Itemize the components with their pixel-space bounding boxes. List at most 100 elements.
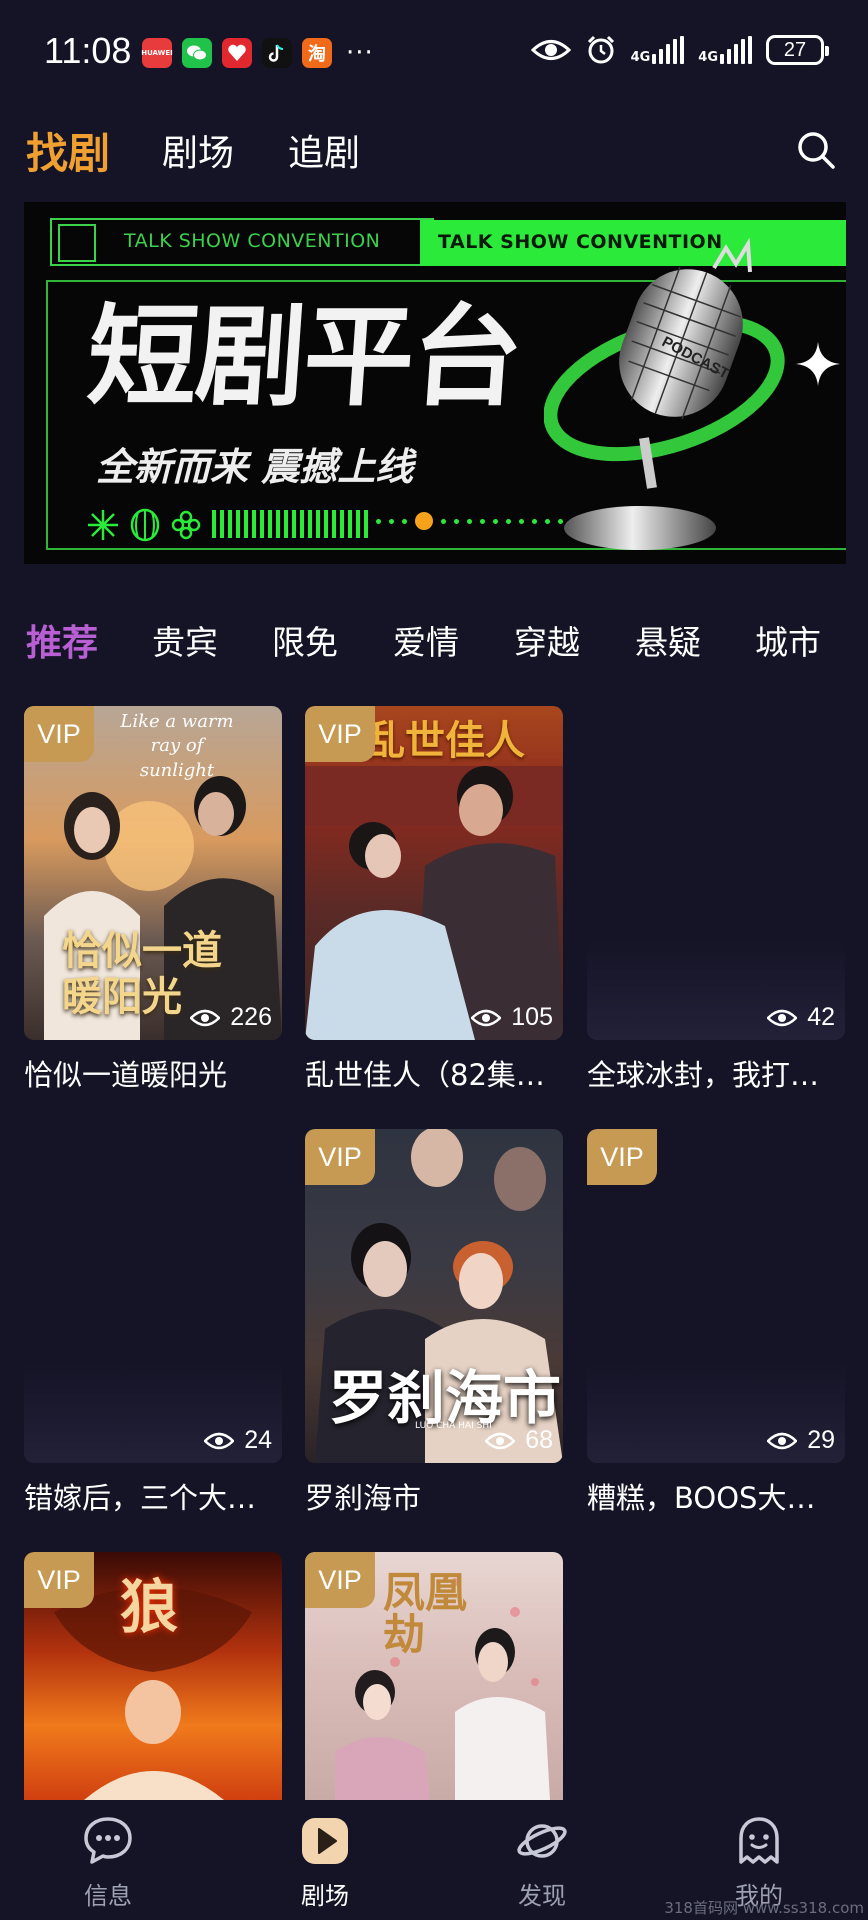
drama-title[interactable]: 全球冰封，我打… [587,1052,845,1094]
banner-dot[interactable] [467,518,472,524]
view-count: 226 [190,1003,272,1032]
play-icon [302,1818,348,1864]
bottom-nav: 信息 剧场 发现 我的 318首码网 www.ss318.com [0,1800,868,1920]
category-tabs: 推荐 贵宾 限免 爱情 穿越 悬疑 城市 [0,612,868,668]
message-icon [84,1817,132,1864]
banner-dot[interactable] [454,518,459,524]
drama-title[interactable]: 乱世佳人（82集… [305,1052,563,1094]
banner-dot[interactable] [506,518,511,524]
banner-dot[interactable] [480,518,485,524]
sparkle-icon [796,342,840,386]
drama-poster[interactable]: Like a warm ray of sunlight 恰似一道暖阳光 VIP … [24,706,282,1040]
view-count: 24 [204,1426,272,1455]
tab-find-drama[interactable]: 找剧 [26,120,110,181]
notification-icons: HUAWEI 淘 ··· [141,38,374,68]
view-count: 29 [767,1426,835,1455]
category-recommend[interactable]: 推荐 [26,614,98,666]
banner-dot[interactable] [441,518,446,524]
taobao-icon: 淘 [302,38,332,68]
top-nav: 找剧 剧场 追剧 [0,118,868,178]
nav-theater[interactable]: 剧场 [265,1814,385,1911]
wechat-icon [182,38,212,68]
status-indicators: 4G 4G 27 [530,34,829,66]
drama-title[interactable]: 恰似一道暖阳光 [24,1052,282,1094]
status-bar: 11:08 HUAWEI 淘 ··· 4G 4G 27 [0,0,868,104]
category-mystery[interactable]: 悬疑 [635,616,701,664]
drama-title[interactable]: 罗刹海市 [305,1475,563,1517]
category-city[interactable]: 城市 [755,616,821,664]
banner-dot[interactable] [415,512,433,530]
search-button[interactable] [794,128,838,172]
watermark: 318首码网 www.ss318.com [664,1899,864,1917]
poster-title-art: 狼 [120,1573,179,1641]
banner-dot[interactable] [532,518,537,524]
search-icon [798,132,835,169]
eye-icon [190,1009,221,1026]
banner-decor-bars [212,510,368,538]
drama-card[interactable]: VIP 29 糟糕，BOOS大… [587,1129,845,1517]
tab-following[interactable]: 追剧 [288,124,360,176]
drama-title[interactable]: 糟糕，BOOS大… [587,1475,845,1517]
drama-card[interactable]: Like a warm ray of sunlight 恰似一道暖阳光 VIP … [24,706,282,1094]
drama-card[interactable]: 罗刹海市 LUO CHA HAI SHI VIP 68 罗刹海市 [305,1129,563,1517]
vip-badge: VIP [305,706,375,762]
drama-poster[interactable]: VIP 29 [587,1129,845,1463]
alarm-icon [587,35,614,64]
drama-poster[interactable]: 乱世佳人 VIP 105 [305,706,563,1040]
category-vip[interactable]: 贵宾 [152,616,218,664]
poster-title-art: 乱世佳人 [365,718,525,764]
banner-dot[interactable] [376,518,381,524]
drama-card[interactable]: 42 全球冰封，我打… [587,706,845,1094]
banner-dot[interactable] [402,518,407,524]
drama-poster[interactable]: 狼 VIP [24,1552,282,1800]
vip-badge: VIP [587,1129,657,1185]
eye-icon [767,1432,798,1449]
drama-poster[interactable]: 42 [587,706,845,1040]
drama-card[interactable]: 24 错嫁后，三个大… [24,1129,282,1517]
view-count: 68 [485,1426,553,1455]
drama-card[interactable]: 狼 VIP [24,1552,282,1800]
signal-1: 4G [631,36,685,64]
banner-tag-left: TALK SHOW CONVENTION [124,230,381,252]
eye-icon [204,1432,235,1449]
nav-messages[interactable]: 信息 [48,1814,168,1911]
drama-card[interactable]: 凤凰劫 VIP [305,1552,563,1800]
vip-badge: VIP [24,706,94,762]
eye-icon [485,1432,516,1449]
eye-icon [767,1009,798,1026]
vip-badge: VIP [305,1129,375,1185]
podcast-microphone-image: PODCAST [544,238,785,550]
huawei-store-icon: HUAWEI [141,38,173,68]
banner-decor-icons [86,508,202,542]
banner-title: 短剧平台 [83,293,525,421]
poster-title-art: 凤凰劫 [383,1568,468,1659]
signal-2: 4G [698,36,752,64]
category-romance[interactable]: 爱情 [393,616,459,664]
view-count: 42 [767,1003,835,1032]
eye-icon [471,1009,502,1026]
poster-english-title: Like a warm ray of sunlight [120,711,234,781]
banner-dot[interactable] [519,518,524,524]
battery-indicator: 27 [766,35,829,65]
vip-badge: VIP [24,1552,94,1608]
gift-app-icon [222,38,252,68]
drama-poster[interactable]: 24 [24,1129,282,1463]
drama-poster[interactable]: 罗刹海市 LUO CHA HAI SHI VIP 68 [305,1129,563,1463]
status-time: 11:08 [44,30,132,71]
drama-poster[interactable]: 凤凰劫 VIP [305,1552,563,1800]
planet-icon [517,1824,567,1858]
tiktok-icon [262,38,292,68]
poster-english-title: LUO CHA HAI SHI [415,1421,492,1431]
drama-title[interactable]: 错嫁后，三个大… [24,1475,282,1517]
category-free[interactable]: 限免 [272,616,338,664]
vip-badge: VIP [305,1552,375,1608]
banner-page-dots [376,512,563,530]
banner-dot[interactable] [493,518,498,524]
promo-banner[interactable]: TALK SHOW CONVENTION TALK SHOW CONVENTIO… [24,202,846,564]
drama-card[interactable]: 乱世佳人 VIP 105 乱世佳人（82集… [305,706,563,1094]
tab-theater[interactable]: 剧场 [162,124,234,176]
category-time-travel[interactable]: 穿越 [514,616,580,664]
nav-discover[interactable]: 发现 [482,1814,602,1911]
view-count: 105 [471,1003,553,1032]
banner-dot[interactable] [389,518,394,524]
